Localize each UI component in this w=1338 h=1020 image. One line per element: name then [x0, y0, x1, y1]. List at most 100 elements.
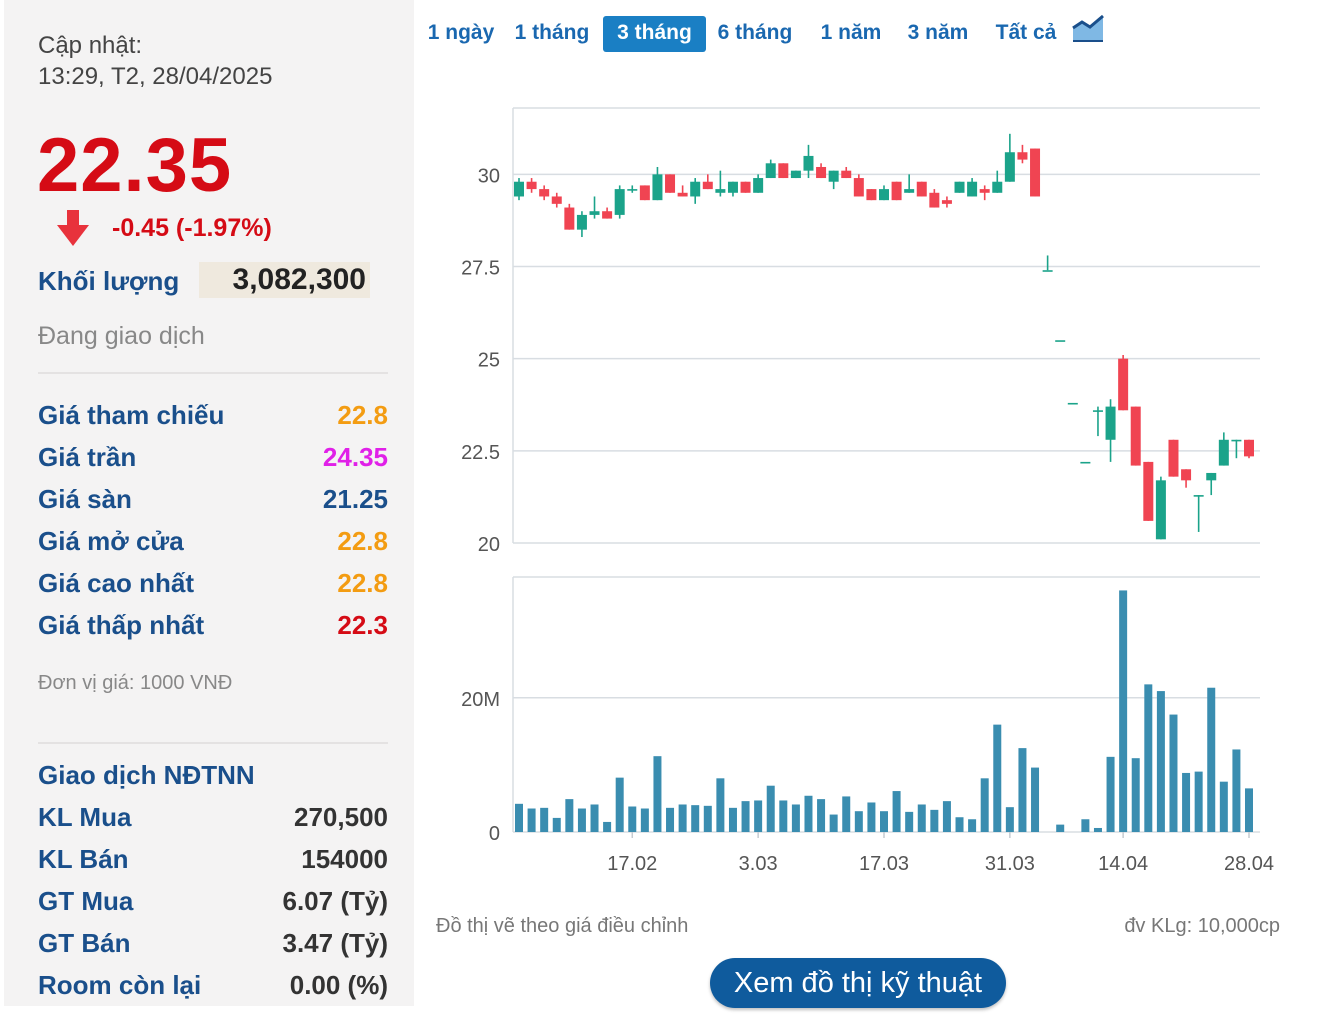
candle-body [690, 181, 701, 197]
stat-value: 22.8 [337, 526, 388, 556]
trading-status: Đang giao dịch [38, 322, 205, 350]
candle-body [614, 189, 625, 215]
candle-body [929, 192, 940, 208]
candle-body [979, 189, 990, 193]
tab-1-day[interactable]: 1 ngày [418, 16, 504, 52]
tab-all[interactable]: Tất cả [988, 16, 1064, 52]
foreign-stat-label: GT Mua [38, 886, 134, 916]
foreign-stat-label: KL Mua [38, 802, 132, 832]
volume-bar [754, 800, 763, 832]
volume-bar [905, 811, 914, 832]
area-chart-icon[interactable] [1072, 14, 1104, 44]
volume-bar [930, 809, 939, 832]
candle-body [702, 181, 713, 190]
down-arrow-icon [57, 210, 89, 246]
volume-tick-label: 0 [489, 823, 500, 845]
foreign-stat-label: GT Bán [38, 928, 131, 958]
volume-bar [1106, 756, 1115, 832]
stat-row: Giá trần 24.35 [38, 442, 388, 476]
volume-bar [1182, 772, 1191, 832]
candle-body [1244, 439, 1254, 457]
tab-1-month[interactable]: 1 tháng [508, 16, 596, 52]
stat-value: 22.8 [337, 400, 388, 430]
candle-body [564, 207, 575, 230]
foreign-stat-row: KL Mua 270,500 [38, 802, 388, 836]
stat-label: Giá trần [38, 442, 137, 472]
candle-body [1080, 461, 1091, 464]
candle-body [652, 174, 663, 201]
candle-body [1004, 152, 1015, 182]
volume-bar [666, 807, 675, 832]
foreign-stat-value: 0.00 (%) [289, 970, 388, 1000]
candle-body [1092, 410, 1103, 412]
candle-body [841, 170, 852, 179]
update-time: 13:29, T2, 28/04/2025 [38, 63, 273, 90]
volume-bar [1169, 714, 1178, 832]
price-tick-label: 25 [478, 350, 500, 372]
stat-value: 24.35 [322, 442, 388, 472]
candle-body [904, 189, 915, 193]
candle-body [753, 178, 764, 193]
volume-bar [791, 804, 800, 832]
volume-bar [552, 817, 561, 832]
volume-bar [716, 778, 725, 832]
candle-body [954, 181, 965, 193]
volume-bar [829, 814, 838, 832]
candle-body [1067, 402, 1078, 405]
volume-bar [955, 817, 964, 832]
volume-bar [817, 799, 826, 832]
candle-body [790, 170, 801, 179]
foreign-stat-value: 270,500 [294, 802, 388, 832]
tab-1-year[interactable]: 1 năm [812, 16, 890, 52]
volume-bar [515, 803, 523, 832]
divider [38, 372, 388, 374]
volume-bar [1031, 767, 1040, 832]
candle-body [1118, 358, 1129, 411]
candle-body [1042, 270, 1053, 272]
x-tick-label: 14.04 [1098, 853, 1148, 875]
candle-body [1218, 439, 1229, 466]
current-price: 22.35 [37, 123, 233, 208]
volume-bar [766, 785, 775, 832]
candle-body [1030, 148, 1041, 197]
candle-body [740, 181, 751, 193]
volume-bar [980, 778, 989, 832]
volume-bar [804, 795, 813, 832]
candle-body [866, 189, 877, 201]
x-tick-label: 31.03 [985, 853, 1035, 875]
volume-bar [968, 819, 977, 832]
candle-body [677, 192, 688, 197]
volume-bar [1081, 819, 1090, 832]
foreign-stat-label: KL Bán [38, 844, 129, 874]
volume-bar [1219, 781, 1228, 832]
volume-bar [880, 811, 888, 832]
foreign-stat-value: 6.07 (Tỷ) [282, 886, 389, 916]
quote-panel: Cập nhật: 13:29, T2, 28/04/2025 22.35 -0… [4, 0, 414, 1006]
foreign-stat-value: 3.47 (Tỷ) [282, 928, 389, 958]
candle-body [803, 155, 814, 171]
volume-label: Khối lượng [38, 266, 180, 296]
technical-chart-button[interactable]: Xem đồ thị kỹ thuật [710, 958, 1006, 1008]
candle-body [514, 181, 524, 197]
x-tick-label: 3.03 [739, 853, 778, 875]
stat-value: 22.8 [337, 568, 388, 598]
volume-bar [854, 811, 863, 832]
foreign-stat-row: KL Bán 154000 [38, 844, 388, 878]
tab-3-months[interactable]: 3 tháng [603, 16, 706, 52]
volume-bar [867, 802, 876, 832]
update-label: Cập nhật: [38, 32, 143, 59]
chart-note: Đồ thị vẽ theo giá điều chỉnh [436, 915, 689, 937]
volume-bar [892, 791, 901, 832]
foreign-stat-row: GT Bán 3.47 (Tỷ) [38, 928, 388, 962]
candle-body [715, 189, 726, 193]
stat-row: Giá tham chiếu 22.8 [38, 400, 388, 434]
stat-label: Giá thấp nhất [38, 610, 205, 640]
volume-bar [1119, 590, 1128, 832]
volume-bar [1144, 684, 1153, 832]
stat-label: Giá mở cửa [38, 526, 184, 556]
tab-6-months[interactable]: 6 tháng [710, 16, 800, 52]
tab-3-years[interactable]: 3 năm [898, 16, 978, 52]
volume-bar [603, 821, 612, 832]
x-tick-label: 17.02 [607, 853, 657, 875]
volume-bar [942, 801, 951, 832]
